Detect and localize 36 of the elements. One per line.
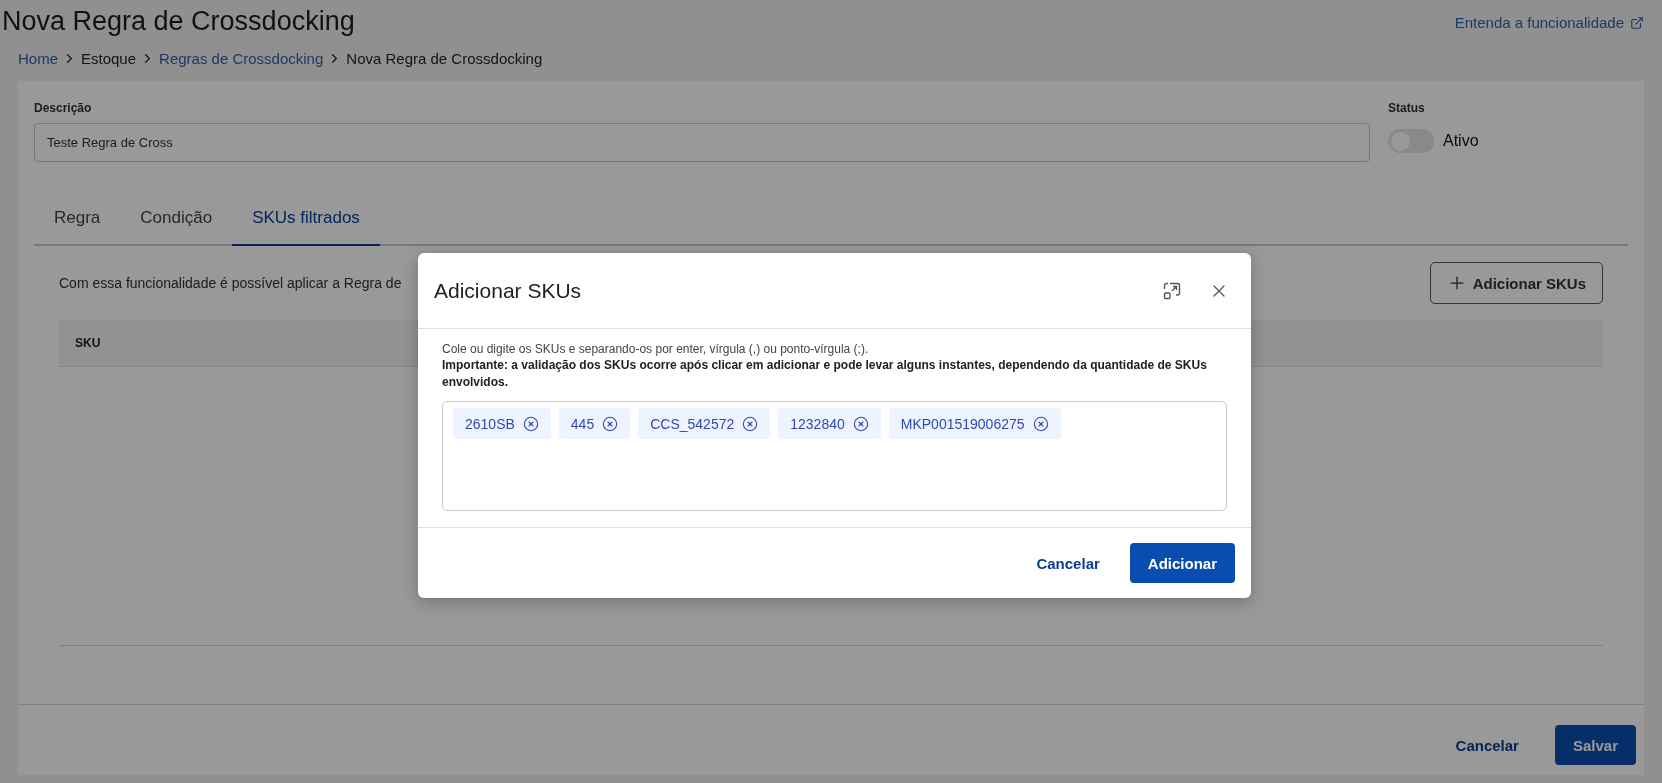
sku-text: MKP001519006275 <box>900 415 1025 432</box>
remove-icon[interactable] <box>742 415 759 432</box>
tab[interactable]: SKUs filtrados <box>232 198 380 246</box>
cancel-button[interactable]: Cancelar <box>1449 735 1525 755</box>
breadcrumb-text: Estoque <box>81 50 137 67</box>
remove-icon[interactable] <box>602 415 619 432</box>
sku-text: CCS_542572 <box>650 415 735 432</box>
add-skus-button[interactable]: Adicionar SKUs <box>1429 262 1603 304</box>
sku-text: 1232840 <box>790 415 845 432</box>
intro-text: Com essa funcionalidade é possível aplicar a Regra de <box>59 275 402 291</box>
column-header: SKU <box>75 336 101 350</box>
help-link[interactable]: Entenda a funcionalidade <box>1454 14 1644 31</box>
add-button[interactable]: Adicionar <box>1129 543 1235 583</box>
hint-text: Cole ou digite os SKUs e separando-os por enter, vírgula (,) ou ponto-vírgula (;). <box>442 341 870 357</box>
tab[interactable]: Regra <box>34 198 121 246</box>
breadcrumb-link[interactable]: Home <box>18 50 58 67</box>
remove-icon[interactable] <box>522 415 539 432</box>
remove-icon[interactable] <box>852 415 869 432</box>
page-title: Nova Regra de Crossdocking <box>2 6 355 37</box>
sku-text: 2610SB <box>465 415 515 432</box>
breadcrumb-text: Nova Regra de Crossdocking <box>346 50 543 67</box>
description-field[interactable]: Teste Regra de Cross <box>34 123 1370 162</box>
field-label: Descrição <box>34 101 93 115</box>
dialog-title: Adicionar SKUs <box>434 278 582 303</box>
breadcrumb-link[interactable]: Regras de Crossdocking <box>159 50 324 67</box>
save-button[interactable]: Salvar <box>1554 725 1636 765</box>
remove-icon[interactable] <box>1032 415 1049 432</box>
sku-input-field[interactable]: 2610SB 445 CCS_542572 1232840 MKP001519006275 <box>442 401 1227 511</box>
toggle-label: Ativo <box>1443 132 1479 150</box>
note-text: Importante: a validação dos SKUs ocorre após clicar em adicionar e pode levar alguns instantes, dependendo da quantidade de SKUs envolvidos. <box>442 357 1208 391</box>
field-label: Status <box>1388 101 1426 115</box>
sku-text: 445 <box>570 415 595 432</box>
external-link-icon <box>1630 15 1644 30</box>
cancel-button[interactable]: Cancelar <box>1030 553 1106 573</box>
expand-icon[interactable] <box>1163 281 1181 300</box>
tab[interactable]: Condição <box>120 198 233 246</box>
